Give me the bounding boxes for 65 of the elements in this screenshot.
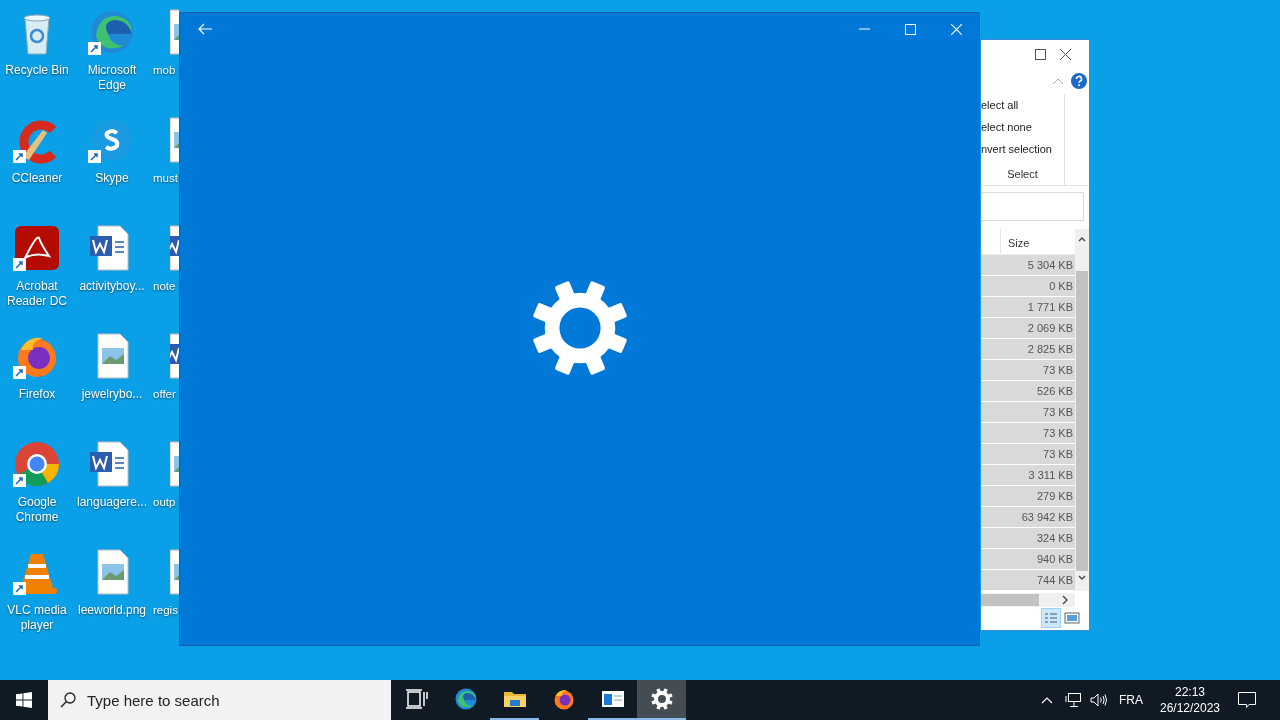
column-header[interactable]: Size — [1001, 229, 1030, 254]
maximize-icon[interactable] — [1035, 48, 1046, 60]
ribbon-command[interactable]: nvert selection — [981, 138, 1064, 160]
desktop-icon-label[interactable]: regis — [150, 603, 178, 618]
task-view-icon — [404, 687, 429, 711]
clock[interactable]: 22:13 26/12/2023 — [1156, 684, 1224, 716]
volume-icon[interactable] — [1090, 693, 1107, 707]
file-size-cell[interactable]: 73 KB — [981, 402, 1075, 423]
windows-logo-icon — [16, 692, 32, 708]
desktop-icon-label[interactable]: jewelrybo... — [75, 387, 149, 402]
close-icon[interactable] — [1060, 48, 1071, 60]
file-size-cell[interactable]: 1 771 KB — [981, 297, 1075, 318]
file-size-cell[interactable]: 5 304 KB — [981, 255, 1075, 276]
file-size-cell[interactable]: 324 KB — [981, 528, 1075, 549]
file-size-cell[interactable]: 73 KB — [981, 444, 1075, 465]
horizontal-scrollbar[interactable] — [981, 593, 1075, 607]
acrobat-icon[interactable] — [13, 224, 61, 272]
desktop-icon-label[interactable]: Recycle Bin — [0, 63, 74, 78]
file-size-cell[interactable]: 2 069 KB — [981, 318, 1075, 339]
scrollbar[interactable] — [1075, 229, 1089, 591]
desktop-icon-label[interactable]: leeworld.png — [75, 603, 149, 618]
edge-icon — [453, 687, 478, 711]
desktop-icon-label[interactable]: Microsoft Edge — [75, 63, 149, 93]
search-field[interactable]: Type here to search — [48, 680, 391, 720]
file-size-cell[interactable]: 279 KB — [981, 486, 1075, 507]
back-arrow-icon[interactable] — [198, 23, 212, 35]
clock-date: 26/12/2023 — [1159, 700, 1221, 716]
gear-icon — [649, 687, 674, 711]
search-icon — [60, 692, 76, 708]
file-size-cell[interactable]: 940 KB — [981, 549, 1075, 570]
file-size-cell[interactable]: 73 KB — [981, 423, 1075, 444]
desktop-icon-label[interactable]: activityboy... — [75, 279, 149, 294]
clock-time: 22:13 — [1175, 684, 1205, 700]
desktop-icon-label[interactable]: CCleaner — [0, 171, 74, 186]
desktop-icon-label[interactable]: Acrobat Reader DC — [0, 279, 74, 309]
desktop-icon-label[interactable]: note — [150, 279, 176, 294]
language-indicator[interactable]: FRA — [1119, 691, 1143, 709]
ribbon-command[interactable]: elect none — [981, 116, 1064, 138]
search-field[interactable] — [981, 192, 1084, 221]
file-size-cell[interactable]: 73 KB — [981, 360, 1075, 381]
file-size-cell[interactable]: 63 942 KB — [981, 507, 1075, 528]
ribbon-command[interactable]: elect all — [981, 94, 1064, 116]
desktop-icon-label[interactable]: languagere... — [75, 495, 149, 510]
desktop-icon-label[interactable]: Skype — [75, 171, 149, 186]
file-size-cell[interactable]: 2 825 KB — [981, 339, 1075, 360]
scroll-right-icon[interactable] — [1061, 595, 1069, 605]
desktop-icon-label[interactable]: Google Chrome — [0, 495, 74, 525]
chrome-icon[interactable] — [13, 440, 61, 488]
network-icon[interactable] — [1065, 692, 1081, 708]
help-icon[interactable] — [1071, 73, 1087, 89]
edge-icon[interactable] — [88, 8, 136, 56]
settings-icon — [530, 279, 629, 377]
file-size-cell[interactable]: 744 KB — [981, 570, 1075, 591]
taskbar-button[interactable] — [637, 680, 686, 720]
notification-icon[interactable] — [1238, 692, 1256, 708]
desktop-icon-label[interactable]: VLC media player — [0, 603, 74, 633]
desktop-icon-label[interactable]: must — [150, 171, 178, 186]
ribbon-group-label: Select — [1006, 167, 1039, 182]
desktop-icon-label[interactable]: offer — [150, 387, 176, 402]
desktop-icon-label[interactable]: Firefox — [0, 387, 74, 402]
file-size-cell[interactable]: 526 KB — [981, 381, 1075, 402]
desktop-icon-label[interactable]: mob — [150, 63, 176, 78]
file-size-cell[interactable]: 0 KB — [981, 276, 1075, 297]
file-size-cell[interactable]: 3 311 KB — [981, 465, 1075, 486]
desktop-icon-label[interactable]: outp — [150, 495, 176, 510]
